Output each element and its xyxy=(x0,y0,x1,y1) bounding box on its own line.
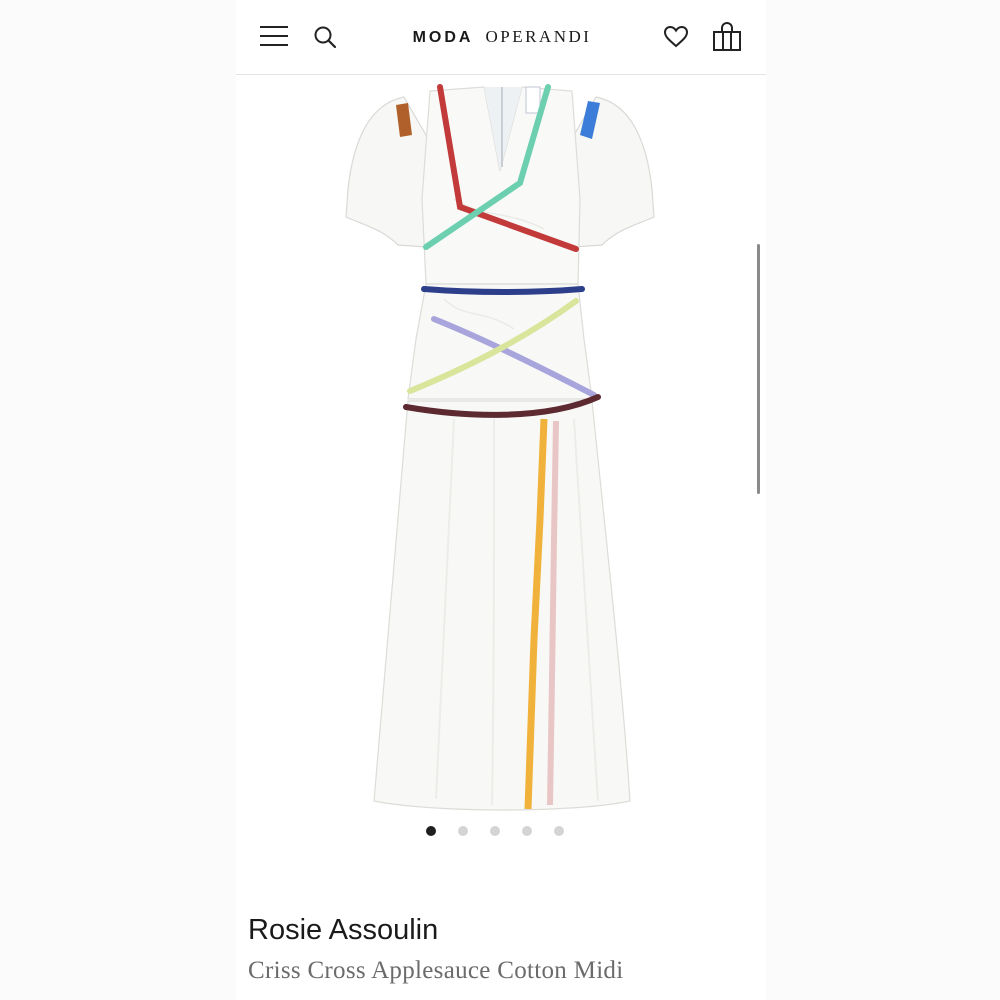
brand-logo[interactable]: MODA OPERANDI xyxy=(382,27,622,49)
gallery-dot-1[interactable] xyxy=(426,826,436,836)
gallery-dot-4[interactable] xyxy=(522,826,532,836)
mobile-viewport: MODA OPERANDI Rosie Assoulin Criss Cross… xyxy=(236,0,766,1000)
background-left xyxy=(0,0,236,1000)
search-icon[interactable] xyxy=(313,25,337,49)
product-image-dress xyxy=(345,84,655,811)
gallery-dot-3[interactable] xyxy=(490,826,500,836)
menu-icon[interactable] xyxy=(260,25,288,47)
site-header: MODA OPERANDI xyxy=(236,0,766,75)
scrollbar[interactable] xyxy=(757,244,760,494)
product-image-gallery[interactable] xyxy=(236,75,766,815)
gallery-dot-2[interactable] xyxy=(458,826,468,836)
product-designer[interactable]: Rosie Assoulin xyxy=(248,914,438,947)
gallery-dot-5[interactable] xyxy=(554,826,564,836)
heart-icon[interactable] xyxy=(663,24,689,50)
background-right xyxy=(766,0,1000,1000)
product-name: Criss Cross Applesauce Cotton Midi xyxy=(248,957,624,984)
brand-logo-moda: MODA xyxy=(412,29,474,46)
shopping-bag-icon[interactable] xyxy=(712,22,742,52)
brand-logo-operandi: OPERANDI xyxy=(485,27,592,46)
gallery-pagination xyxy=(426,825,576,837)
